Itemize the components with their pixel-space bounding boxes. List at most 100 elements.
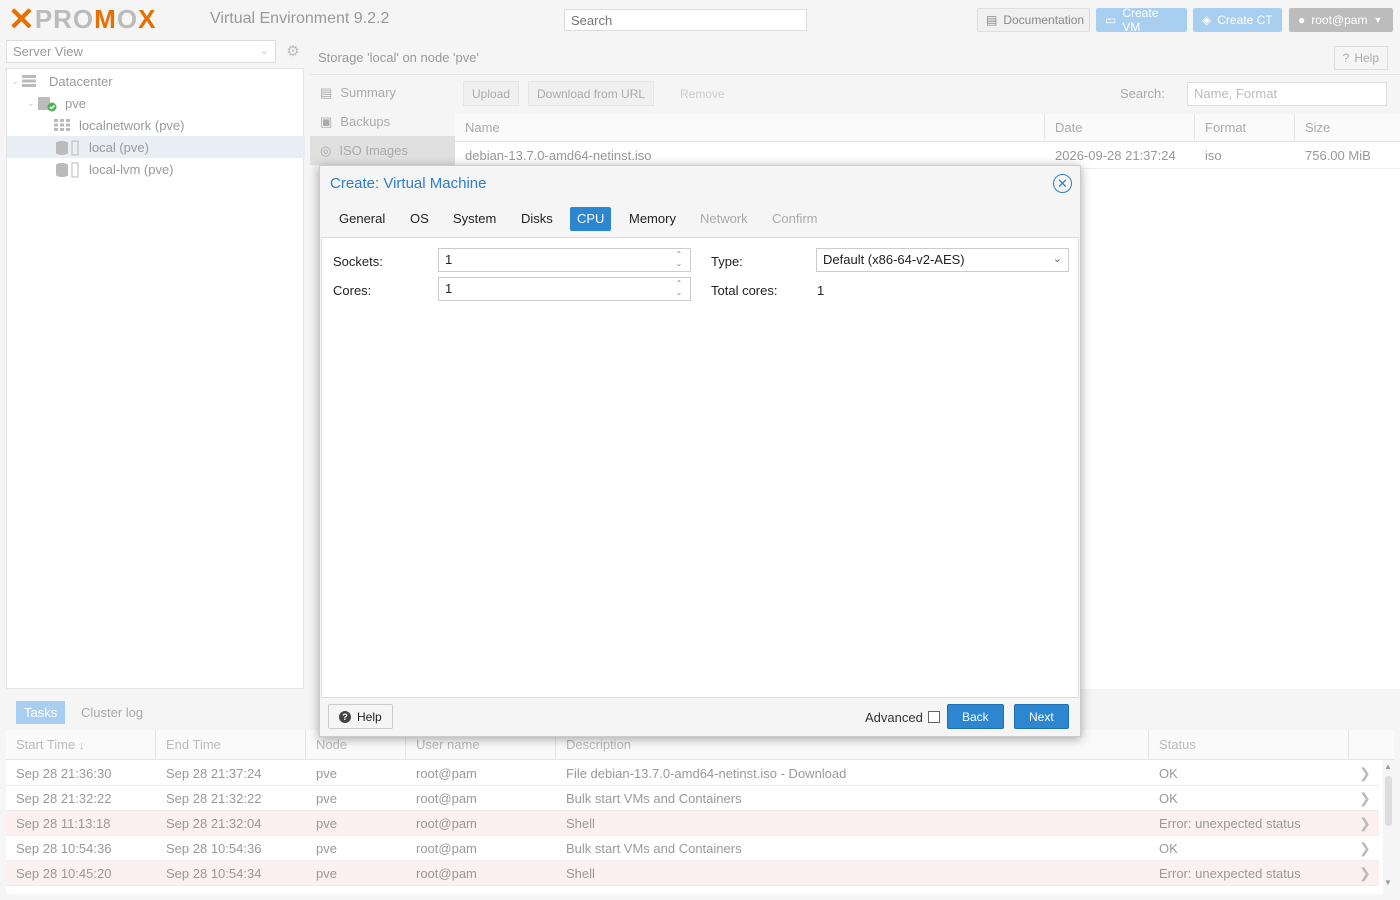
advanced-checkbox[interactable] <box>928 711 940 723</box>
tab-cpu[interactable]: CPU <box>570 207 612 231</box>
scroll-down-icon[interactable]: ▼ <box>1384 878 1392 887</box>
server-view-select[interactable]: Server View ⌄ <box>6 40 276 63</box>
book-icon: ▤ <box>986 13 998 27</box>
chevron-right-icon[interactable]: ❯ <box>1349 836 1371 861</box>
scroll-up-icon[interactable]: ▲ <box>1384 762 1392 771</box>
task-user: root@pam <box>416 766 477 781</box>
scroll-thumb[interactable] <box>1385 776 1392 826</box>
spinner-arrows-icon[interactable]: ⌃ ⌄ <box>674 279 684 299</box>
task-description: Shell <box>566 866 595 881</box>
chevron-right-icon[interactable]: ❯ <box>1349 761 1371 786</box>
tree-item-local[interactable]: local (pve) <box>7 136 305 158</box>
tree-item-datacenter[interactable]: ⌄ Datacenter <box>7 70 305 92</box>
column-header-end-time[interactable]: End Time <box>156 730 306 760</box>
table-row[interactable]: Sep 28 10:45:20 Sep 28 10:54:34 pve root… <box>6 861 1379 886</box>
task-end: Sep 28 21:37:24 <box>166 766 262 781</box>
tree-item-local-lvm[interactable]: local-lvm (pve) <box>7 158 305 180</box>
sockets-stepper[interactable]: 1 ⌃ ⌄ <box>438 248 691 272</box>
gear-icon[interactable]: ⚙ <box>282 40 304 63</box>
tab-general[interactable]: General <box>332 207 392 231</box>
tab-disks[interactable]: Disks <box>514 207 560 231</box>
tree-item-label: local-lvm (pve) <box>89 161 174 177</box>
tree-item-label: Datacenter <box>49 73 113 89</box>
table-row[interactable]: Sep 28 21:32:22 Sep 28 21:32:22 pve root… <box>6 786 1379 811</box>
tab-memory[interactable]: Memory <box>622 207 683 231</box>
table-row[interactable]: Sep 28 11:13:18 Sep 28 21:32:04 pve root… <box>6 811 1379 836</box>
documentation-label: Documentation <box>1003 13 1085 27</box>
tree-item-label: local (pve) <box>89 139 149 155</box>
page-title: Storage 'local' on node 'pve' <box>318 50 479 65</box>
task-node: pve <box>316 841 337 856</box>
column-label: Start Time <box>16 737 76 752</box>
create-vm-button[interactable]: ▭ Create VM <box>1096 6 1187 34</box>
iso-search-input[interactable]: Name, Format <box>1187 82 1387 106</box>
tab-confirm[interactable]: Confirm <box>765 207 825 231</box>
panel-title-bar: Storage 'local' on node 'pve' ? Help <box>310 40 1400 75</box>
task-node: pve <box>316 791 337 806</box>
spinner-arrows-icon[interactable]: ⌃ ⌄ <box>674 250 684 270</box>
cpu-type-value: Default (x86-64-v2-AES) <box>823 252 965 267</box>
cpu-type-label: Type: <box>711 254 743 269</box>
subnav-label: Summary <box>340 85 396 100</box>
table-row[interactable]: Sep 28 10:54:36 Sep 28 10:54:36 pve root… <box>6 836 1379 861</box>
column-header-format[interactable]: Format <box>1195 114 1295 142</box>
tab-tasks[interactable]: Tasks <box>16 701 66 724</box>
help-icon: ? <box>339 710 351 723</box>
chevron-down-icon: ⌄ <box>259 45 269 57</box>
cores-value: 1 <box>445 281 453 296</box>
tree-item-localnetwork[interactable]: localnetwork (pve) <box>7 114 305 136</box>
task-start: Sep 28 10:54:36 <box>16 841 112 856</box>
dialog-help-button[interactable]: ? Help <box>328 704 393 729</box>
download-url-button[interactable]: Download from URL <box>528 81 655 106</box>
tab-os[interactable]: OS <box>403 207 436 231</box>
chevron-right-icon[interactable]: ❯ <box>1349 786 1371 811</box>
subnav-summary[interactable]: ▤ Summary <box>310 78 455 107</box>
chevron-right-icon[interactable]: ❯ <box>1349 811 1371 836</box>
next-button[interactable]: Next <box>1014 704 1069 729</box>
subnav-label: ISO Images <box>339 143 408 158</box>
cpu-settings-panel: Sockets: 1 ⌃ ⌄ Cores: 1 ⌃ ⌄ Type: Default … <box>321 237 1079 698</box>
tab-system[interactable]: System <box>446 207 503 231</box>
column-header-name[interactable]: Name <box>455 114 1045 142</box>
task-end: Sep 28 10:54:34 <box>166 866 262 881</box>
collapse-icon: ⌄ <box>11 75 19 86</box>
tab-network[interactable]: Network <box>693 207 755 231</box>
upload-button[interactable]: Upload <box>463 81 520 106</box>
user-menu-button[interactable]: ● root@pam ▼ <box>1289 8 1393 32</box>
task-start: Sep 28 21:32:22 <box>16 791 112 806</box>
tab-cluster-log[interactable]: Cluster log <box>73 701 151 724</box>
subnav-backups[interactable]: ▣ Backups <box>310 107 455 136</box>
panel-help-button[interactable]: ? Help <box>1333 46 1388 70</box>
dialog-footer: ? Help Advanced Back Next <box>320 699 1080 737</box>
chevron-down-icon: ⌄ <box>1052 253 1062 265</box>
documentation-button[interactable]: ▤ Documentation <box>977 8 1090 32</box>
total-cores-label: Total cores: <box>711 283 778 298</box>
task-start: Sep 28 21:36:30 <box>16 766 112 781</box>
task-scrollbar[interactable]: ▲ ▼ <box>1383 760 1394 894</box>
task-status: OK <box>1159 841 1178 856</box>
back-button[interactable]: Back <box>947 704 1004 729</box>
task-status: Error: unexpected status <box>1159 866 1301 881</box>
task-description: Shell <box>566 816 595 831</box>
tree-item-pve[interactable]: ⌄ pve <box>7 92 305 114</box>
storage-icon <box>55 140 83 156</box>
task-status: OK <box>1159 791 1178 806</box>
column-header-status[interactable]: Status <box>1149 730 1349 760</box>
column-header-size[interactable]: Size <box>1295 114 1400 142</box>
cores-stepper[interactable]: 1 ⌃ ⌄ <box>438 277 691 301</box>
column-header-start-time[interactable]: Start Time ↓ <box>6 730 156 760</box>
global-search-input[interactable] <box>564 9 807 31</box>
chevron-right-icon[interactable]: ❯ <box>1349 861 1371 886</box>
create-ct-button[interactable]: ◈ Create CT <box>1193 8 1282 32</box>
user-label: root@pam <box>1311 13 1368 27</box>
table-row[interactable]: Sep 28 21:36:30 Sep 28 21:37:24 pve root… <box>6 761 1379 786</box>
cpu-type-select[interactable]: Default (x86-64-v2-AES) ⌄ <box>816 248 1069 272</box>
close-icon[interactable]: ✕ <box>1053 174 1072 193</box>
server-view-value: Server View <box>13 44 83 59</box>
column-header-date[interactable]: Date <box>1045 114 1195 142</box>
task-description: Bulk start VMs and Containers <box>566 841 742 856</box>
advanced-label: Advanced <box>865 710 923 725</box>
subnav-iso-images[interactable]: ◎ ISO Images <box>310 136 455 165</box>
sockets-label: Sockets: <box>333 254 383 269</box>
remove-button[interactable]: Remove <box>672 81 733 106</box>
